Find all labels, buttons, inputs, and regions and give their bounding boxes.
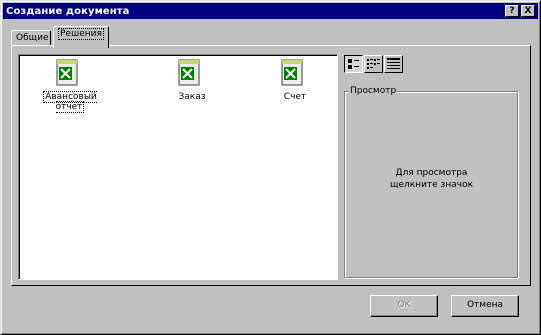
template-label: Счет [283, 92, 307, 102]
tab-general-label: Общие [16, 33, 49, 43]
cancel-button[interactable]: Отмена [451, 295, 519, 317]
help-button[interactable]: ? [505, 5, 519, 17]
preview-hint: Для просмотра щелкните значок [344, 167, 519, 191]
preview-hint-line1: Для просмотра [395, 168, 468, 178]
excel-template-icon [56, 59, 78, 86]
tab-solutions[interactable]: Решения [53, 26, 109, 48]
details-view-icon [387, 58, 400, 69]
excel-template-icon [281, 59, 303, 86]
tab-general[interactable]: Общие [11, 30, 51, 46]
details-view-button[interactable] [384, 55, 403, 73]
list-view-icon [367, 59, 380, 69]
template-label: Авансовый отчет [43, 91, 97, 113]
template-list[interactable]: Авансовый отчет Заказ Счет [18, 54, 338, 280]
large-icons-view-icon [348, 59, 359, 69]
list-view-button[interactable] [364, 55, 383, 73]
tab-solutions-label: Решения [58, 28, 104, 40]
dialog-window: Создание документа ? X Общие Решения Ава… [0, 0, 541, 335]
large-icons-view-button[interactable] [344, 55, 363, 73]
title-bar[interactable]: Создание документа ? X [3, 3, 538, 19]
preview-label: Просмотр [349, 86, 398, 96]
window-title: Создание документа [6, 5, 130, 17]
ok-button[interactable]: OK [370, 295, 438, 317]
view-mode-toolbar [344, 55, 405, 75]
preview-hint-line2: щелкните значок [389, 180, 474, 190]
close-button[interactable]: X [521, 5, 535, 17]
excel-template-icon [178, 59, 200, 86]
template-label: Заказ [178, 92, 206, 102]
